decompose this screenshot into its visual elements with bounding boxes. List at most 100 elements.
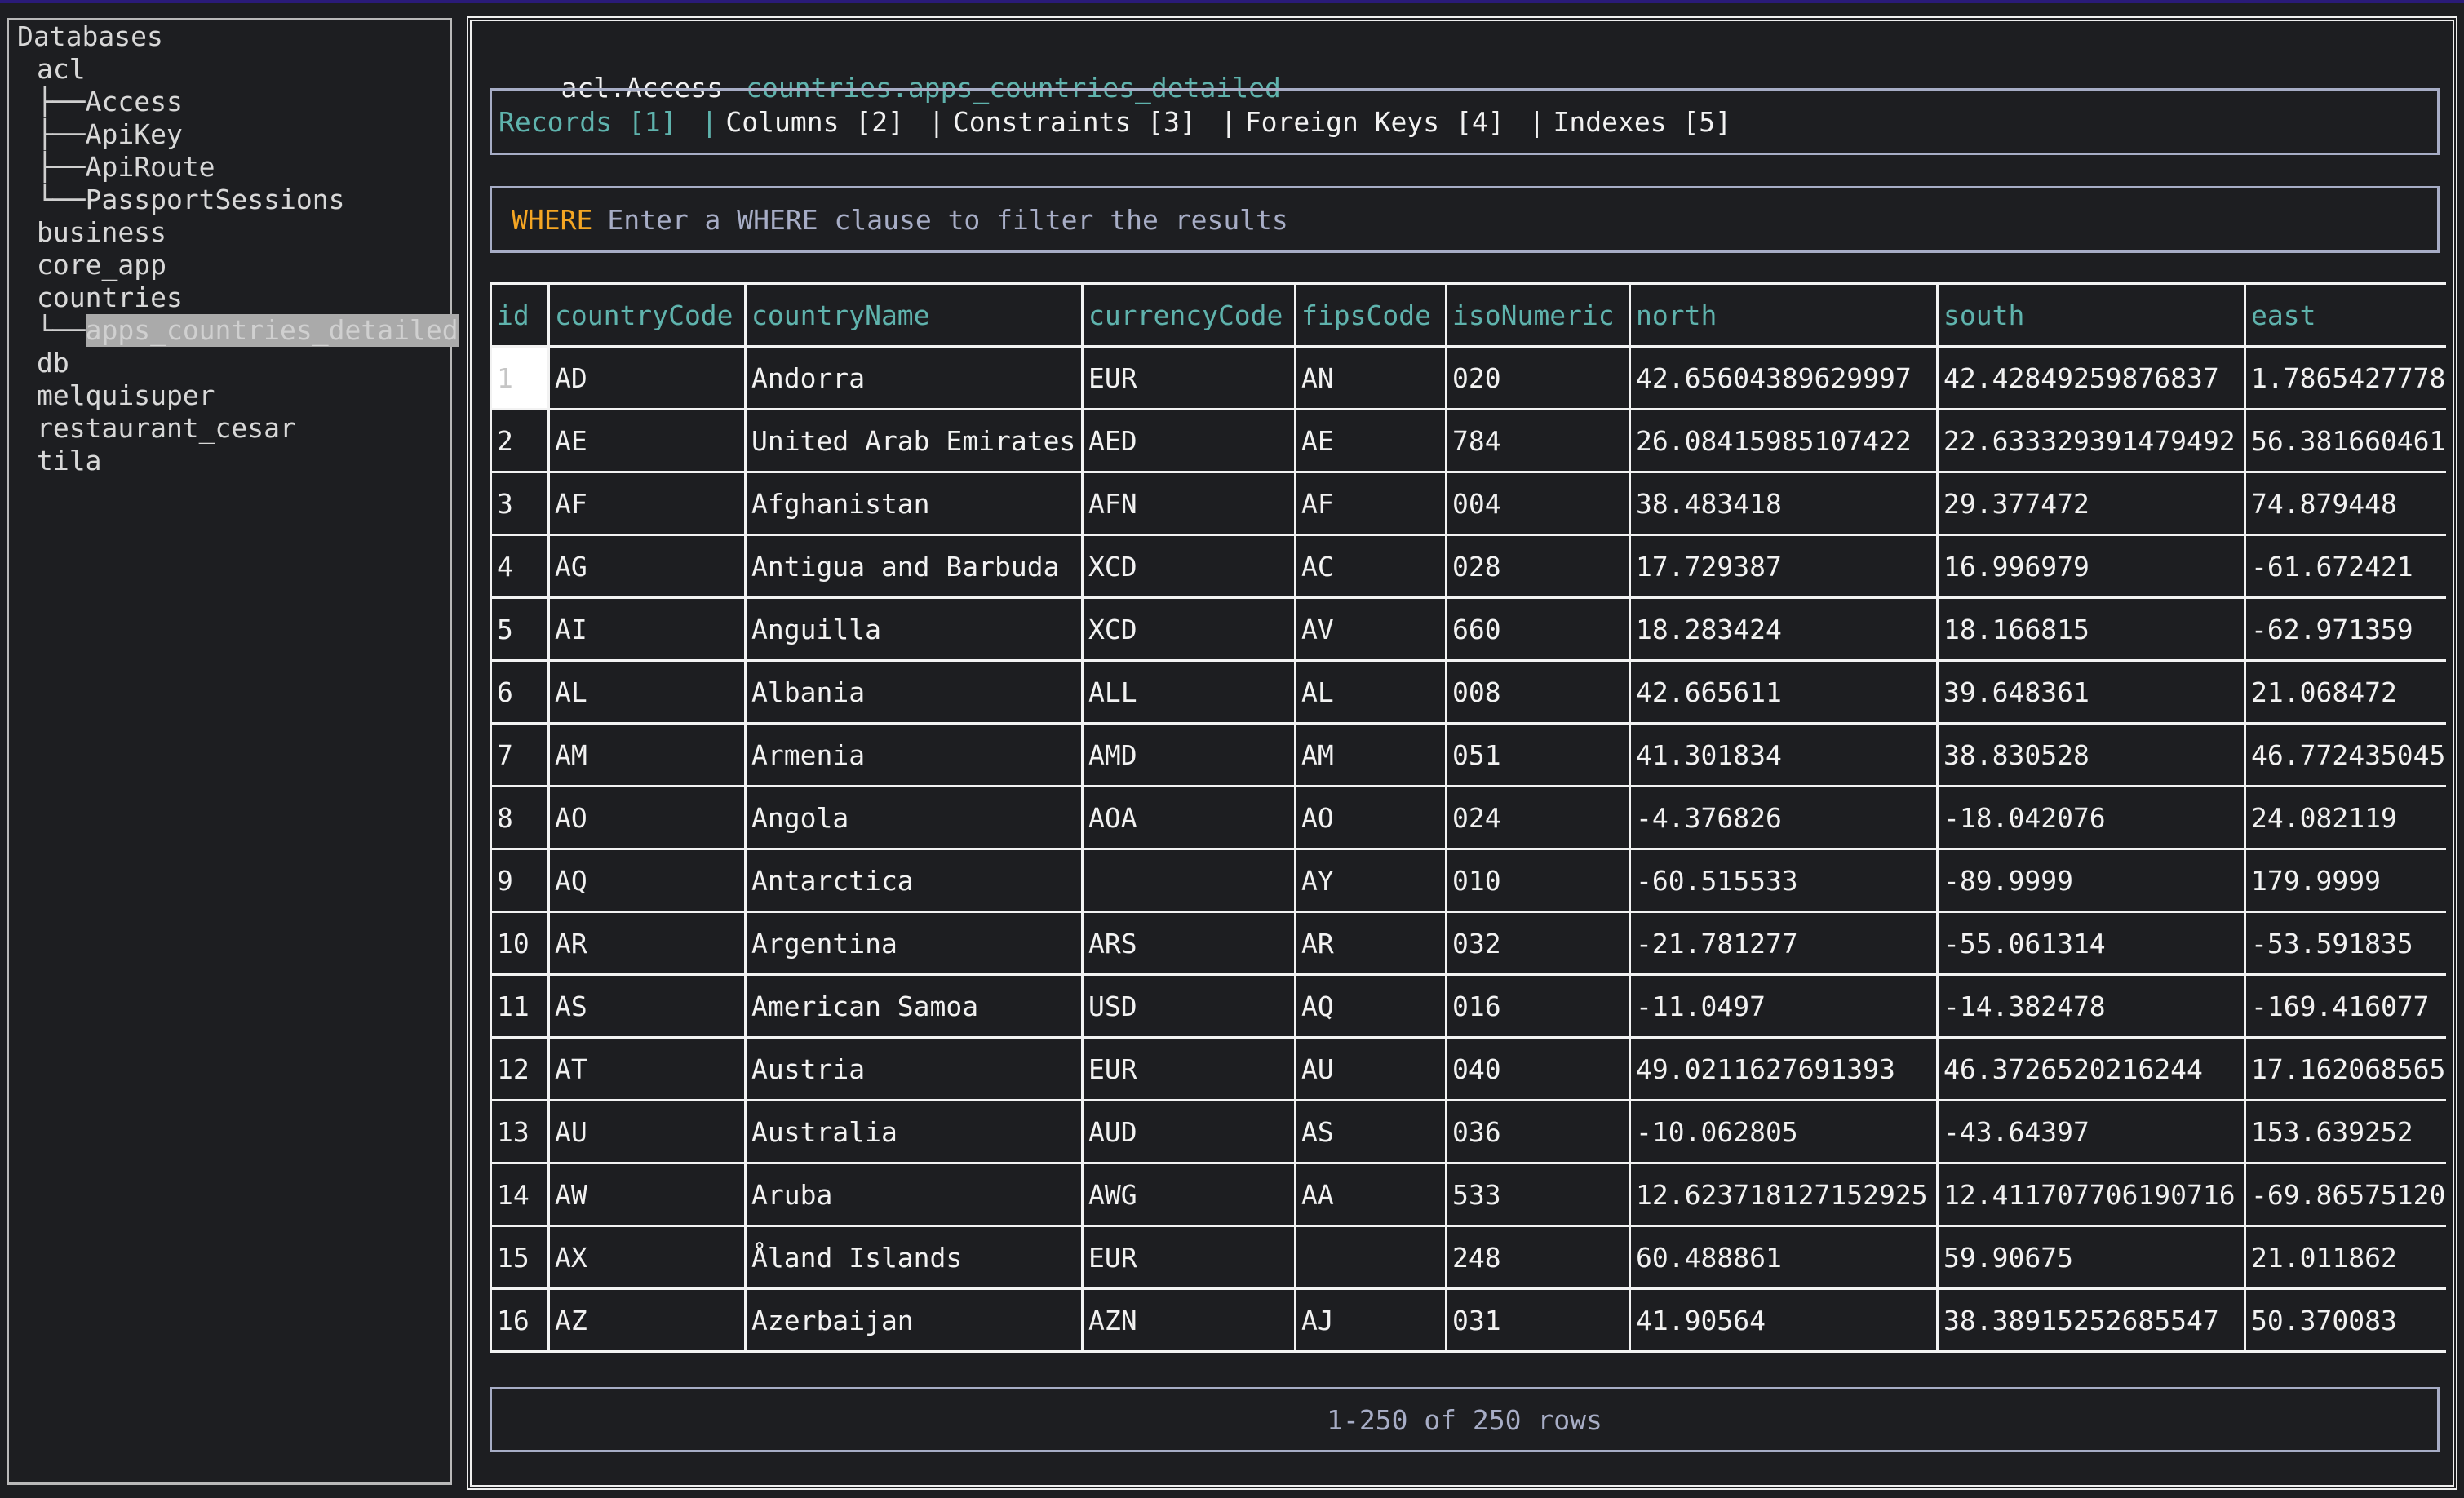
cell-east[interactable]: 21.011862 [2244, 1225, 2446, 1290]
cell-isoNumeric[interactable]: 040 [1445, 1036, 1631, 1101]
cell-north[interactable]: 38.483418 [1629, 471, 1939, 536]
cell-north[interactable]: 41.90564 [1629, 1287, 1939, 1353]
tree-database-item[interactable]: core_app [37, 249, 459, 281]
cell-currencyCode[interactable]: AWG [1081, 1162, 1296, 1227]
cell-countryCode[interactable]: AZ [547, 1287, 747, 1353]
cell-currencyCode[interactable]: EUR [1081, 1225, 1296, 1290]
cell-id[interactable]: 15 [490, 1225, 550, 1290]
cell-south[interactable]: 12.411707706190716 [1936, 1162, 2246, 1227]
cell-currencyCode[interactable]: AZN [1081, 1287, 1296, 1353]
cell-countryName[interactable]: Antigua and Barbuda [744, 534, 1084, 599]
cell-north[interactable]: 49.0211627691393 [1629, 1036, 1939, 1101]
cell-fipsCode[interactable]: AR [1294, 911, 1447, 976]
cell-id[interactable]: 7 [490, 722, 550, 787]
tree-database-item[interactable]: restaurant_cesar [37, 412, 459, 445]
cell-east[interactable]: -69.86575120104982 [2244, 1162, 2446, 1227]
cell-countryName[interactable]: Azerbaijan [744, 1287, 1084, 1353]
table-row[interactable]: 16 AZ Azerbaijan AZN AJ 031 41.90564 38.3891525… [490, 1287, 2446, 1353]
cell-isoNumeric[interactable]: 533 [1445, 1162, 1631, 1227]
cell-isoNumeric[interactable]: 010 [1445, 848, 1631, 913]
column-header-id[interactable]: id [490, 282, 550, 348]
cell-north[interactable]: 26.08415985107422 [1629, 408, 1939, 473]
cell-fipsCode[interactable]: AA [1294, 1162, 1447, 1227]
column-header-currencyCode[interactable]: currencyCode [1081, 282, 1296, 348]
cell-north[interactable]: -10.062805 [1629, 1099, 1939, 1164]
cell-north[interactable]: 17.729387 [1629, 534, 1939, 599]
cell-id[interactable]: 13 [490, 1099, 550, 1164]
cell-east[interactable]: -169.416077 [2244, 973, 2446, 1039]
cell-id[interactable]: 9 [490, 848, 550, 913]
cell-fipsCode[interactable]: AY [1294, 848, 1447, 913]
cell-countryCode[interactable]: AI [547, 596, 747, 662]
cell-fipsCode[interactable]: AC [1294, 534, 1447, 599]
cell-id[interactable]: 5 [490, 596, 550, 662]
cell-countryName[interactable]: Andorra [744, 345, 1084, 410]
cell-countryName[interactable]: Armenia [744, 722, 1084, 787]
cell-id[interactable]: 2 [490, 408, 550, 473]
cell-fipsCode[interactable]: AN [1294, 345, 1447, 410]
tree-table-item[interactable]: ├── ApiRoute [37, 151, 459, 184]
cell-north[interactable]: -4.376826 [1629, 785, 1939, 850]
tab-records[interactable]: Records [1] [499, 106, 677, 138]
table-row[interactable]: 15 AX Åland Islands EUR 248 60.488861 59.90675… [490, 1225, 2446, 1290]
column-header-fipsCode[interactable]: fipsCode [1294, 282, 1447, 348]
cell-id[interactable]: 8 [490, 785, 550, 850]
table-row[interactable]: 2 AE United Arab Emirates AED AE 784 26.084159… [490, 408, 2446, 473]
cell-isoNumeric[interactable]: 008 [1445, 659, 1631, 725]
cell-fipsCode[interactable]: AQ [1294, 973, 1447, 1039]
cell-isoNumeric[interactable]: 248 [1445, 1225, 1631, 1290]
column-header-countryName[interactable]: countryName [744, 282, 1084, 348]
cell-countryName[interactable]: American Samoa [744, 973, 1084, 1039]
cell-north[interactable]: 42.665611 [1629, 659, 1939, 725]
cell-east[interactable]: 46.77243504515995 [2244, 722, 2446, 787]
cell-countryName[interactable]: Antarctica [744, 848, 1084, 913]
cell-countryName[interactable]: Angola [744, 785, 1084, 850]
column-header-isoNumeric[interactable]: isoNumeric [1445, 282, 1631, 348]
tree-database-item[interactable]: business [37, 216, 459, 249]
cell-id[interactable]: 11 [490, 973, 550, 1039]
cell-north[interactable]: 60.488861 [1629, 1225, 1939, 1290]
table-row[interactable]: 5 AI Anguilla XCD AV 660 18.283424 18.166815 -62… [490, 596, 2446, 662]
cell-id[interactable]: 3 [490, 471, 550, 536]
cell-fipsCode[interactable]: AO [1294, 785, 1447, 850]
cell-east[interactable]: -61.672421 [2244, 534, 2446, 599]
cell-south[interactable]: 22.633329391479492 [1936, 408, 2246, 473]
cell-id[interactable]: 6 [490, 659, 550, 725]
cell-south[interactable]: 59.90675 [1936, 1225, 2246, 1290]
table-row[interactable]: 10 AR Argentina ARS AR 032 -21.781277 -55.06131… [490, 911, 2446, 976]
records-table-container[interactable]: id countryCode countryName currencyCode fips… [490, 282, 2446, 1371]
cell-east[interactable]: 24.082119 [2244, 785, 2446, 850]
cell-currencyCode[interactable]: AFN [1081, 471, 1296, 536]
tab-indexes[interactable]: Indexes [5] [1553, 106, 1732, 138]
cell-north[interactable]: 42.65604389629997 [1629, 345, 1939, 410]
cell-currencyCode[interactable]: ALL [1081, 659, 1296, 725]
cell-east[interactable]: -53.591835 [2244, 911, 2446, 976]
tree-database-item[interactable]: acl [37, 53, 459, 86]
cell-isoNumeric[interactable]: 032 [1445, 911, 1631, 976]
cell-fipsCode[interactable]: AU [1294, 1036, 1447, 1101]
cell-countryCode[interactable]: AE [547, 408, 747, 473]
cell-countryCode[interactable]: AR [547, 911, 747, 976]
cell-east[interactable]: 56.38166046142578 [2244, 408, 2446, 473]
cell-countryCode[interactable]: AX [547, 1225, 747, 1290]
cell-south[interactable]: -18.042076 [1936, 785, 2246, 850]
cell-south[interactable]: -89.9999 [1936, 848, 2246, 913]
tab-columns[interactable]: Columns [2] [725, 106, 904, 138]
cell-north[interactable]: -11.0497 [1629, 973, 1939, 1039]
cell-north[interactable]: 18.283424 [1629, 596, 1939, 662]
tree-table-item[interactable]: ├── Access [37, 86, 459, 118]
cell-id[interactable]: 4 [490, 534, 550, 599]
table-row[interactable]: 6 AL Albania ALL AL 008 42.665611 39.648361 21.0… [490, 659, 2446, 725]
cell-isoNumeric[interactable]: 051 [1445, 722, 1631, 787]
cell-north[interactable]: -21.781277 [1629, 911, 1939, 976]
cell-fipsCode[interactable]: AE [1294, 408, 1447, 473]
cell-fipsCode[interactable]: AM [1294, 722, 1447, 787]
cell-east[interactable]: 153.639252 [2244, 1099, 2446, 1164]
cell-currencyCode[interactable]: AUD [1081, 1099, 1296, 1164]
table-row[interactable]: 9 AQ Antarctica AY 010 -60.515533 -89.9999 179.… [490, 848, 2446, 913]
tab-foreign-keys[interactable]: Foreign Keys [4] [1245, 106, 1505, 138]
cell-isoNumeric[interactable]: 660 [1445, 596, 1631, 662]
column-header-east[interactable]: east [2244, 282, 2446, 348]
cell-countryCode[interactable]: AS [547, 973, 747, 1039]
cell-south[interactable]: -43.64397 [1936, 1099, 2246, 1164]
